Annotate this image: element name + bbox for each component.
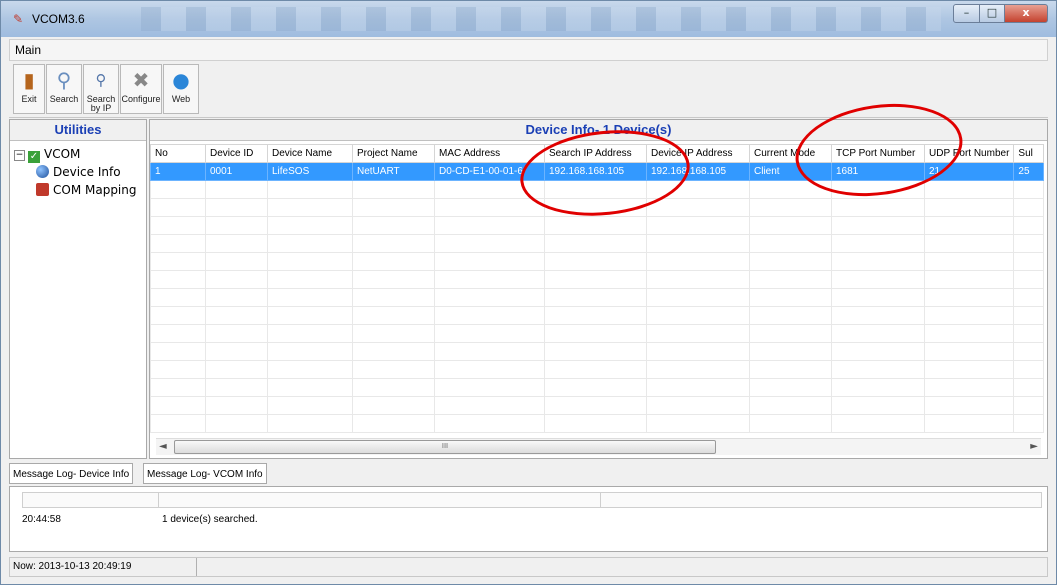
table-row xyxy=(150,198,1045,217)
network-search-icon: ⚲ xyxy=(95,71,107,89)
tree-item-device-info[interactable]: Device Info xyxy=(36,165,121,179)
close-button[interactable]: x xyxy=(1004,4,1048,23)
log-message: 1 device(s) searched. xyxy=(162,514,258,525)
table-cell: LifeSOS xyxy=(267,162,353,181)
table-cell: Client xyxy=(749,162,832,181)
status-now: Now: 2013-10-13 20:49:19 xyxy=(10,558,197,576)
web-button[interactable]: ● Web xyxy=(163,64,199,114)
horizontal-scrollbar[interactable]: ◄ III ► xyxy=(156,438,1041,455)
column-divider[interactable] xyxy=(600,493,601,507)
column-header[interactable]: Search IP Address xyxy=(544,144,647,163)
column-divider[interactable] xyxy=(158,493,159,507)
maximize-button[interactable]: □ xyxy=(979,4,1005,23)
table-row xyxy=(150,306,1045,325)
search-label: Search xyxy=(49,94,79,104)
configure-label: Configure xyxy=(121,94,161,104)
table-cell: 1681 xyxy=(831,162,925,181)
scroll-right-icon[interactable]: ► xyxy=(1030,441,1038,452)
table-row xyxy=(150,360,1045,379)
table-cell: 192.168.168.105 xyxy=(646,162,750,181)
column-header[interactable]: Device ID xyxy=(205,144,268,163)
menu-main[interactable]: Main xyxy=(15,43,41,57)
table-row[interactable]: 1 0001 LifeSOS NetUART D0-CD-E1-00-01-6 … xyxy=(150,162,1045,181)
scroll-left-icon[interactable]: ◄ xyxy=(159,441,167,452)
column-header[interactable]: Device IP Address xyxy=(646,144,750,163)
status-bar: Now: 2013-10-13 20:49:19 xyxy=(9,557,1048,577)
tree-item-com-mapping[interactable]: COM Mapping xyxy=(36,183,137,197)
table-row xyxy=(150,414,1045,433)
tree-root-label: VCOM xyxy=(44,147,81,161)
column-header[interactable]: No xyxy=(150,144,206,163)
app-logo-icon: ✎ xyxy=(13,12,24,26)
scroll-thumb[interactable]: III xyxy=(174,440,716,454)
table-cell: D0-CD-E1-00-01-6 xyxy=(434,162,545,181)
column-header[interactable]: MAC Address xyxy=(434,144,545,163)
configure-button[interactable]: ✖ Configure xyxy=(120,64,162,114)
search-button[interactable]: ⚲ Search xyxy=(46,64,82,114)
check-icon: ✓ xyxy=(28,151,40,163)
table-row xyxy=(150,396,1045,415)
tab-message-log-device-info[interactable]: Message Log- Device Info xyxy=(9,463,134,484)
title-bar[interactable]: ✎ VCOM3.6 – □ x xyxy=(1,1,1056,37)
web-label: Web xyxy=(171,94,191,104)
app-window: ✎ VCOM3.6 – □ x Main ▮ Exit ⚲ Search ⚲ S… xyxy=(0,0,1057,585)
exit-label: Exit xyxy=(21,94,37,104)
column-header[interactable]: Project Name xyxy=(352,144,435,163)
tools-icon: ✖ xyxy=(132,68,150,92)
column-header[interactable]: Current Mode xyxy=(749,144,832,163)
table-cell: 25 xyxy=(1013,162,1045,181)
menu-bar: Main xyxy=(9,39,1048,61)
table-row xyxy=(150,288,1045,307)
magnifier-icon: ⚲ xyxy=(56,68,72,92)
toolbar: ▮ Exit ⚲ Search ⚲ Search by IP ✖ Configu… xyxy=(9,62,1048,118)
tab-message-log-vcom-info[interactable]: Message Log- VCOM Info xyxy=(143,463,267,484)
exit-button[interactable]: ▮ Exit xyxy=(13,64,45,114)
column-header[interactable]: Device Name xyxy=(267,144,353,163)
title-bar-background xyxy=(141,7,941,31)
table-row xyxy=(150,378,1045,397)
minimize-button[interactable]: – xyxy=(953,4,980,23)
device-table: No Device ID Device Name Project Name MA… xyxy=(150,144,1045,433)
table-cell: 21 xyxy=(923,162,1015,181)
globe-icon: ● xyxy=(172,68,190,92)
table-row xyxy=(150,324,1045,343)
table-cell: NetUART xyxy=(352,162,435,181)
door-icon: ▮ xyxy=(23,68,35,92)
table-header: No Device ID Device Name Project Name MA… xyxy=(150,144,1045,163)
log-header xyxy=(22,492,1042,508)
utilities-panel: Utilities − ✓ VCOM Device Info COM Mapping xyxy=(9,119,147,459)
collapse-icon[interactable]: − xyxy=(14,150,25,161)
table-row xyxy=(150,216,1045,235)
table-cell: 1 xyxy=(150,162,206,181)
table-row xyxy=(150,342,1045,361)
table-row xyxy=(150,270,1045,289)
table-row xyxy=(150,252,1045,271)
table-cell: 192.168.168.105 xyxy=(544,162,647,181)
log-time: 20:44:58 xyxy=(22,514,61,525)
tree-item-label: COM Mapping xyxy=(53,183,137,197)
column-header[interactable]: TCP Port Number xyxy=(831,144,925,163)
utilities-heading: Utilities xyxy=(10,120,146,141)
tree-item-label: Device Info xyxy=(53,165,121,179)
window-title: VCOM3.6 xyxy=(32,12,85,26)
device-info-heading: Device Info- 1 Device(s) xyxy=(150,120,1047,141)
table-row xyxy=(150,234,1045,253)
com-port-icon xyxy=(36,183,49,196)
table-cell: 0001 xyxy=(205,162,268,181)
device-info-panel: Device Info- 1 Device(s) No Device ID De… xyxy=(149,119,1048,459)
tree-root-vcom[interactable]: − ✓ VCOM xyxy=(14,147,80,163)
search-by-ip-label: Search by IP xyxy=(86,94,116,113)
table-row xyxy=(150,180,1045,199)
globe-icon xyxy=(36,165,49,178)
column-header[interactable]: UDP Port Number xyxy=(923,144,1015,163)
search-by-ip-button[interactable]: ⚲ Search by IP xyxy=(83,64,119,114)
column-header[interactable]: Sul xyxy=(1013,144,1045,163)
message-log: 20:44:58 1 device(s) searched. xyxy=(9,486,1048,552)
